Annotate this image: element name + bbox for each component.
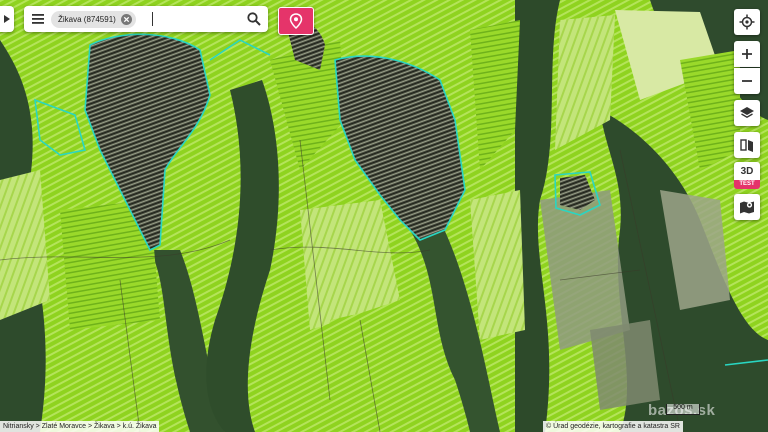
layers-button[interactable] (734, 100, 760, 126)
breadcrumb[interactable]: Nitriansky > Zlaté Moravce > Žikava > k.… (0, 421, 160, 432)
clear-icon[interactable] (120, 14, 132, 25)
layers-icon (740, 107, 754, 119)
scale-bar: 500 m (666, 404, 700, 415)
minus-icon (742, 80, 752, 82)
selected-location-chip[interactable]: Žikava (874591) (51, 11, 136, 28)
map-marker-button[interactable] (734, 194, 760, 220)
chevron-right-icon (4, 15, 10, 23)
zoom-out-button[interactable] (734, 68, 760, 94)
plus-icon (742, 49, 752, 59)
chip-label: Žikava (874591) (58, 15, 116, 24)
search-icon[interactable] (246, 11, 262, 27)
test-badge: TEST (734, 180, 760, 189)
locate-icon (739, 14, 755, 30)
locate-button[interactable] (734, 9, 760, 35)
search-input[interactable] (152, 12, 153, 26)
map-attribution: © Úrad geodézie, kartografie a katastra … (543, 421, 683, 432)
3d-view-button[interactable]: 3D (734, 162, 760, 180)
search-bar[interactable]: Žikava (874591) (24, 6, 268, 32)
3d-label: 3D (740, 165, 754, 177)
split-view-button[interactable] (734, 132, 760, 158)
place-marker-button[interactable] (278, 7, 314, 35)
split-view-icon (740, 139, 753, 152)
map-marker-icon (740, 201, 754, 214)
side-panel-toggle[interactable] (0, 6, 14, 32)
cadastral-map[interactable] (0, 0, 768, 432)
map-pin-icon (289, 13, 303, 29)
zoom-in-button[interactable] (734, 41, 760, 67)
menu-icon[interactable] (30, 11, 46, 27)
